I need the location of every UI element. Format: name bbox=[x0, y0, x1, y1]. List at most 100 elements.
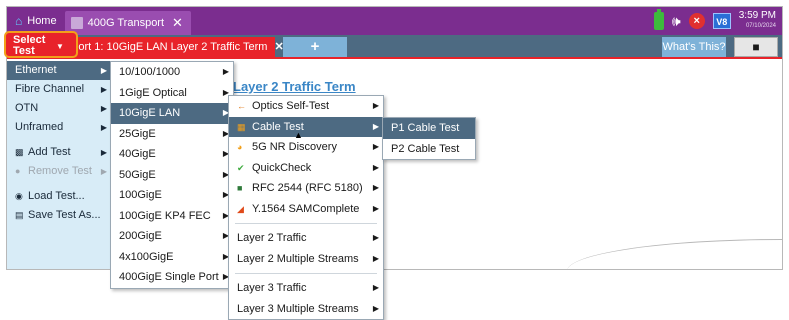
menu-item-100gige-kp4-fec[interactable]: 100GigE KP4 FEC ▶ bbox=[111, 206, 233, 227]
vnc-icon[interactable]: V8 bbox=[712, 13, 731, 29]
camera-icon[interactable]: ■ bbox=[734, 37, 778, 57]
menu-item-y1564-samcomplete[interactable]: ◢ Y.1564 SAMComplete ▶ bbox=[229, 199, 383, 220]
menu-item-label: QuickCheck bbox=[252, 161, 312, 174]
menu-item-optics-self-test[interactable]: ← Optics Self-Test ▶ bbox=[229, 96, 383, 117]
menu-item-layer-3-multiple-streams[interactable]: Layer 3 Multiple Streams ▶ bbox=[229, 299, 383, 320]
system-tray: 🕪 × V8 3:59 PM 07/10/2024 bbox=[653, 9, 776, 33]
menu-item-label: 100GigE KP4 FEC bbox=[119, 209, 211, 222]
menu-item-40gige[interactable]: 40GigE ▶ bbox=[111, 144, 233, 165]
menu-item-label: P2 Cable Test bbox=[391, 142, 460, 155]
menu-item-label: 100GigE bbox=[119, 189, 162, 201]
menu-item-label: 25GigE bbox=[119, 127, 156, 140]
submenu-arrow-icon: ▶ bbox=[372, 283, 379, 292]
menu-item-p2-cable-test[interactable]: P2 Cable Test bbox=[383, 139, 475, 160]
menu-item-quickcheck[interactable]: ✔ QuickCheck ▶ bbox=[229, 158, 383, 179]
menu-item-layer-3-traffic[interactable]: Layer 3 Traffic ▶ bbox=[229, 278, 383, 299]
menu-item-label: 50GigE bbox=[119, 168, 156, 181]
check-icon: ✔ bbox=[237, 162, 245, 173]
submenu-arrow-icon: ▶ bbox=[372, 303, 379, 313]
application-menu: ← Optics Self-Test ▶ ▦ Cable Test ▶ ◕ 5G NR D… bbox=[228, 95, 384, 320]
submenu-arrow-icon: ▶ bbox=[372, 183, 379, 192]
add-tab-button[interactable]: + bbox=[283, 37, 347, 57]
optics-icon: ← bbox=[237, 101, 246, 111]
menu-item-label: Layer 3 Multiple Streams bbox=[237, 302, 359, 315]
chevron-down-icon: ▼ bbox=[56, 42, 64, 51]
menu-item-label: Optics Self-Test bbox=[252, 100, 330, 112]
menu-item-label: 5G NR Discovery bbox=[252, 141, 337, 153]
menu-item-100gige[interactable]: 100GigE ▶ bbox=[111, 185, 233, 206]
menu-item-label: Y.1564 SAMComplete bbox=[252, 202, 360, 215]
menu-divider bbox=[235, 223, 377, 224]
submenu-arrow-icon: ▶ bbox=[100, 85, 107, 94]
menu-item-rfc-2544[interactable]: ■ RFC 2544 (RFC 5180) ▶ bbox=[229, 178, 383, 199]
port-test-tab[interactable]: Port 1: 10GigE LAN Layer 2 Traffic Term … bbox=[47, 37, 284, 57]
cable-test-menu: P1 Cable Test P2 Cable Test bbox=[382, 117, 476, 160]
sidebar-item-fibre-channel[interactable]: Fibre Channel ▶ bbox=[7, 80, 111, 99]
submenu-arrow-icon: ▶ bbox=[100, 148, 107, 157]
sidebar-item-ethernet[interactable]: Ethernet ▶ bbox=[7, 61, 111, 80]
title-bar: ⌂ Home 400G Transport ✕ 🕪 × V8 3:59 PM 0… bbox=[7, 7, 782, 35]
page-title[interactable]: Layer 2 Traffic Term bbox=[233, 79, 356, 94]
alarm-icon[interactable]: × bbox=[688, 13, 705, 29]
ethernet-rate-menu: 10/100/1000 ▶ 1GigE Optical ▶ 10GigE LAN ▶ … bbox=[110, 61, 234, 289]
menu-item-200gige[interactable]: 200GigE ▶ bbox=[111, 226, 233, 247]
menu-item-10-100-1000[interactable]: 10/100/1000 ▶ bbox=[111, 62, 233, 83]
menu-item-4x100gige[interactable]: 4x100GigE ▶ bbox=[111, 247, 233, 268]
submenu-arrow-icon: ▶ bbox=[372, 203, 379, 213]
menu-item-400gige-single-port[interactable]: 400GigE Single Port ▶ bbox=[111, 267, 233, 288]
select-test-button[interactable]: Select Test ▼ bbox=[4, 31, 78, 58]
menu-item-10gige-lan[interactable]: 10GigE LAN ▶ bbox=[111, 103, 233, 124]
menu-item-label: 200GigE bbox=[119, 230, 162, 242]
transport-tab-label: 400G Transport bbox=[87, 17, 165, 29]
port-test-tab-label: Port 1: 10GigE LAN Layer 2 Traffic Term bbox=[71, 41, 268, 53]
clock: 3:59 PM 07/10/2024 bbox=[739, 11, 776, 31]
rfc-icon: ■ bbox=[237, 183, 243, 193]
close-icon[interactable]: ✕ bbox=[172, 15, 183, 31]
submenu-arrow-icon: ▶ bbox=[100, 167, 107, 176]
menu-item-cable-test[interactable]: ▦ Cable Test ▶ bbox=[229, 116, 383, 137]
sidebar-item-label: Unframed bbox=[15, 121, 64, 133]
submenu-arrow-icon: ▶ bbox=[100, 123, 107, 132]
menu-item-p1-cable-test[interactable]: P1 Cable Test bbox=[383, 118, 475, 139]
submenu-arrow-icon: ▶ bbox=[372, 253, 379, 263]
select-test-label-line2: Test bbox=[13, 45, 35, 57]
whats-this-button[interactable]: What's This? bbox=[662, 37, 726, 57]
sidebar-item-otn[interactable]: OTN ▶ bbox=[7, 99, 111, 118]
page-curl-decoration bbox=[567, 239, 782, 269]
sidebar-item-load-test[interactable]: ◉ Load Test... bbox=[7, 187, 111, 206]
menu-item-1gige-optical[interactable]: 1GigE Optical ▶ bbox=[111, 83, 233, 104]
speaker-icon[interactable]: 🕪 bbox=[672, 13, 681, 30]
menu-item-25gige[interactable]: 25GigE ▶ bbox=[111, 124, 233, 145]
menu-item-label: Layer 2 Traffic bbox=[237, 232, 307, 244]
sidebar-item-label: Fibre Channel bbox=[15, 83, 85, 95]
menu-item-label: Layer 3 Traffic bbox=[237, 282, 307, 294]
transport-tab[interactable]: 400G Transport ✕ bbox=[64, 11, 191, 35]
submenu-arrow-icon: ▶ bbox=[100, 66, 107, 75]
submenu-arrow-icon: ▶ bbox=[372, 101, 379, 110]
remove-test-icon: ● bbox=[15, 166, 21, 176]
submenu-arrow-icon: ▶ bbox=[372, 142, 379, 151]
submenu-arrow-icon: ▶ bbox=[372, 121, 379, 131]
sidebar-item-label: Load Test... bbox=[28, 190, 85, 202]
menu-item-50gige[interactable]: 50GigE ▶ bbox=[111, 165, 233, 186]
sidebar-item-save-test-as[interactable]: ▤ Save Test As... bbox=[7, 206, 111, 225]
sidebar: Ethernet ▶ Fibre Channel ▶ OTN ▶ Unframe… bbox=[7, 61, 111, 269]
mouse-cursor-icon: ▲ bbox=[294, 130, 303, 140]
load-test-icon: ◉ bbox=[15, 191, 23, 201]
menu-item-layer-2-multiple-streams[interactable]: Layer 2 Multiple Streams ▶ bbox=[229, 249, 383, 270]
menu-item-layer-2-traffic[interactable]: Layer 2 Traffic ▶ bbox=[229, 228, 383, 249]
menu-item-label: 10/100/1000 bbox=[119, 66, 181, 78]
menu-item-label: 10GigE LAN bbox=[119, 107, 181, 119]
menu-item-label: 400GigE Single Port bbox=[119, 271, 219, 283]
menu-item-5g-nr-discovery[interactable]: ◕ 5G NR Discovery ▶ bbox=[229, 137, 383, 158]
menu-item-label: 4x100GigE bbox=[119, 250, 174, 263]
menu-item-label: P1 Cable Test bbox=[391, 122, 460, 134]
menu-item-label: RFC 2544 (RFC 5180) bbox=[252, 182, 363, 194]
sidebar-item-add-test[interactable]: ▩ Add Test ▶ bbox=[7, 143, 111, 162]
save-icon: ▤ bbox=[15, 210, 24, 220]
sidebar-item-label: Add Test bbox=[28, 146, 71, 158]
home-icon: ⌂ bbox=[15, 14, 23, 28]
menu-item-label: Layer 2 Multiple Streams bbox=[237, 252, 359, 265]
menu-item-label: 1GigE Optical bbox=[119, 86, 187, 99]
sidebar-item-unframed[interactable]: Unframed ▶ bbox=[7, 118, 111, 137]
